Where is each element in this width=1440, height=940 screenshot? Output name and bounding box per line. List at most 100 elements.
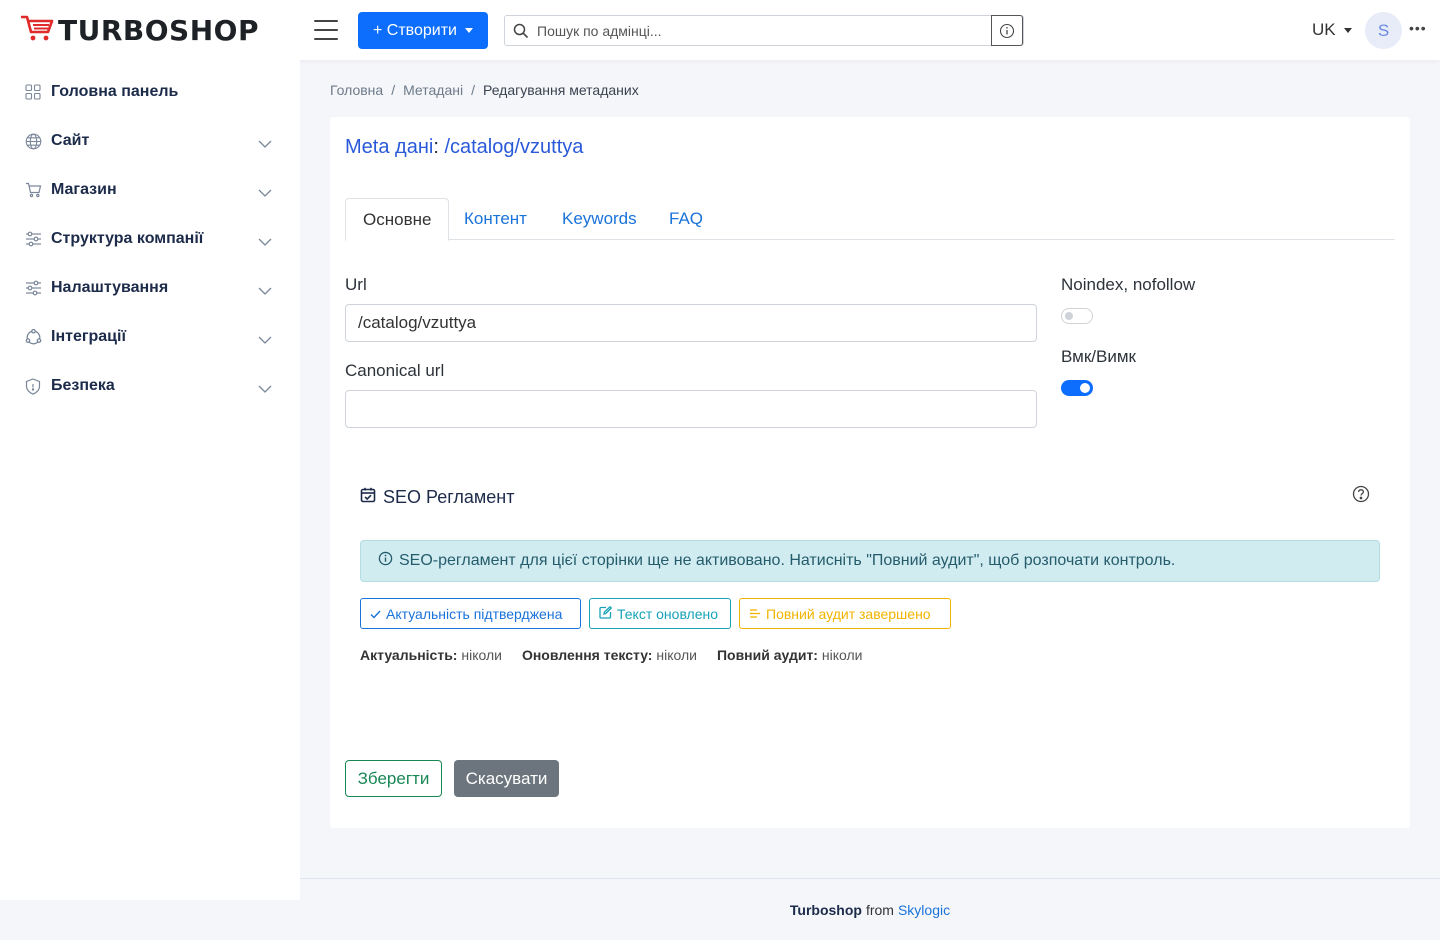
create-button-label: + Створити xyxy=(373,21,457,39)
top-header: TURBOSHOP + Створити UK S ••• xyxy=(0,0,1440,60)
search-input[interactable] xyxy=(537,16,992,45)
chip-label: Актуальність підтверджена xyxy=(386,605,563,622)
edit-icon xyxy=(599,605,613,622)
url-field[interactable] xyxy=(345,304,1037,342)
footer-company-link[interactable]: Skylogic xyxy=(898,902,950,918)
sidebar-item-integrations[interactable]: Інтеграції xyxy=(24,322,276,352)
language-selector[interactable]: UK xyxy=(1312,20,1352,40)
sidebar-item-label: Магазин xyxy=(51,181,117,198)
sidebar-item-site[interactable]: Сайт xyxy=(24,126,276,156)
sidebar-item-company-structure[interactable]: Структура компанії xyxy=(24,224,276,254)
breadcrumb-current: Редагування метаданих xyxy=(482,82,639,98)
globe-icon xyxy=(24,132,42,150)
canonical-url-label: Canonical url xyxy=(345,361,445,380)
sidebar-item-security[interactable]: Безпека xyxy=(24,371,276,401)
footer-brand: Turboshop xyxy=(789,901,862,918)
sidebar-item-shop[interactable]: Магазин xyxy=(24,175,276,205)
chevron-down-icon xyxy=(258,233,272,251)
confirm-actuality-button[interactable]: Актуальність підтверджена xyxy=(360,598,581,629)
sidebar-item-label: Головна панель xyxy=(51,83,179,100)
admin-search xyxy=(504,15,1024,46)
chip-label: Текст оновлено xyxy=(617,605,719,622)
canonical-url-field[interactable] xyxy=(345,390,1037,428)
more-icon[interactable]: ••• xyxy=(1409,20,1427,36)
stat-label: Повний аудит: xyxy=(716,647,818,663)
chevron-down-icon xyxy=(258,135,272,153)
sidebar-item-dashboard[interactable]: Головна панель xyxy=(24,77,276,107)
create-button[interactable]: + Створити xyxy=(358,12,488,49)
chip-label: Повний аудит завершено xyxy=(766,605,931,622)
cart-logo-icon xyxy=(20,14,54,47)
sidebar-item-settings[interactable]: Налаштування xyxy=(24,273,276,303)
footer: Turboshop from Skylogic xyxy=(300,878,1440,940)
stat-full-audit: Повний аудит: ніколи xyxy=(717,647,863,663)
chevron-down-icon xyxy=(258,282,272,300)
stat-value: ніколи xyxy=(656,647,697,663)
page-title-value: /catalog/vzuttya xyxy=(444,136,584,158)
tab-keywords[interactable]: Keywords xyxy=(545,198,654,240)
sliders-icon xyxy=(24,279,42,297)
avatar[interactable]: S xyxy=(1365,12,1402,49)
noindex-toggle[interactable] xyxy=(1061,308,1093,324)
stat-value: ніколи xyxy=(461,647,502,663)
avatar-initial: S xyxy=(1377,20,1390,40)
sliders-icon xyxy=(24,230,42,248)
breadcrumb-separator: / xyxy=(391,82,396,98)
integrations-icon xyxy=(24,328,42,346)
cancel-button[interactable]: Скасувати xyxy=(454,760,559,797)
caret-down-icon xyxy=(465,28,473,33)
chevron-down-icon xyxy=(258,331,272,349)
seo-section-title-text: SEO Регламент xyxy=(383,487,515,507)
enabled-label: Вмк/Вимк xyxy=(1061,347,1136,366)
logo-text: TURBOSHOP xyxy=(58,13,259,47)
save-button[interactable]: Зберегти xyxy=(345,760,442,797)
breadcrumb-separator: / xyxy=(471,82,475,98)
dashboard-icon xyxy=(24,83,42,101)
info-icon xyxy=(378,551,393,571)
alert-text: SEO-регламент для цієї сторінки ще не ак… xyxy=(399,552,1176,569)
stat-value: ніколи xyxy=(821,647,863,663)
shield-icon xyxy=(24,377,42,395)
calendar-check-icon xyxy=(360,487,376,508)
stat-label: Актуальність: xyxy=(360,647,458,663)
chevron-down-icon xyxy=(258,380,272,398)
chevron-down-icon xyxy=(258,184,272,202)
cart-icon xyxy=(24,181,42,199)
page-title: Meta дані: /catalog/vzuttya xyxy=(345,136,583,159)
seo-stats: Актуальність: ніколи Оновлення тексту: н… xyxy=(360,647,862,663)
menu-toggle-icon[interactable] xyxy=(314,20,338,40)
check-icon xyxy=(370,606,381,622)
enabled-toggle[interactable] xyxy=(1061,380,1093,396)
info-icon[interactable] xyxy=(991,15,1023,46)
stat-actuality: Актуальність: ніколи xyxy=(360,647,502,663)
search-icon xyxy=(513,23,529,44)
full-audit-button[interactable]: Повний аудит завершено xyxy=(739,598,951,629)
sidebar-item-label: Безпека xyxy=(51,377,115,394)
list-check-icon xyxy=(749,606,761,622)
breadcrumb-metadata[interactable]: Метадані xyxy=(403,82,463,98)
text-updated-button[interactable]: Текст оновлено xyxy=(589,598,731,629)
seo-info-alert: SEO-регламент для цієї сторінки ще не ак… xyxy=(360,540,1380,582)
sidebar-item-label: Налаштування xyxy=(51,279,169,296)
sidebar-item-label: Структура компанії xyxy=(51,230,204,247)
stat-label: Оновлення тексту: xyxy=(521,647,653,663)
stat-text-update: Оновлення тексту: ніколи xyxy=(522,647,697,663)
tab-main[interactable]: Основне xyxy=(345,198,450,241)
language-label: UK xyxy=(1312,20,1336,39)
page-title-label: Meta дані xyxy=(345,136,434,158)
tab-faq[interactable]: FAQ xyxy=(652,198,720,240)
tab-content[interactable]: Контент xyxy=(447,198,544,240)
breadcrumb-home[interactable]: Головна xyxy=(330,82,383,98)
logo[interactable]: TURBOSHOP xyxy=(20,13,259,47)
url-label: Url xyxy=(345,275,367,294)
help-icon[interactable] xyxy=(1352,485,1370,508)
metadata-edit-card: Meta дані: /catalog/vzuttya Основне Конт… xyxy=(330,117,1410,828)
noindex-label: Noindex, nofollow xyxy=(1061,275,1196,294)
footer-from: from xyxy=(865,901,894,918)
tabs: Основне Контент Keywords FAQ xyxy=(345,198,1395,241)
page-title-separator: : xyxy=(433,136,439,158)
breadcrumb: Головна / Метадані / Редагування метадан… xyxy=(330,82,639,98)
sidebar: Головна панель Сайт Магазин Структура ко… xyxy=(0,60,300,900)
sidebar-item-label: Інтеграції xyxy=(51,328,126,345)
caret-down-icon xyxy=(1343,27,1352,33)
